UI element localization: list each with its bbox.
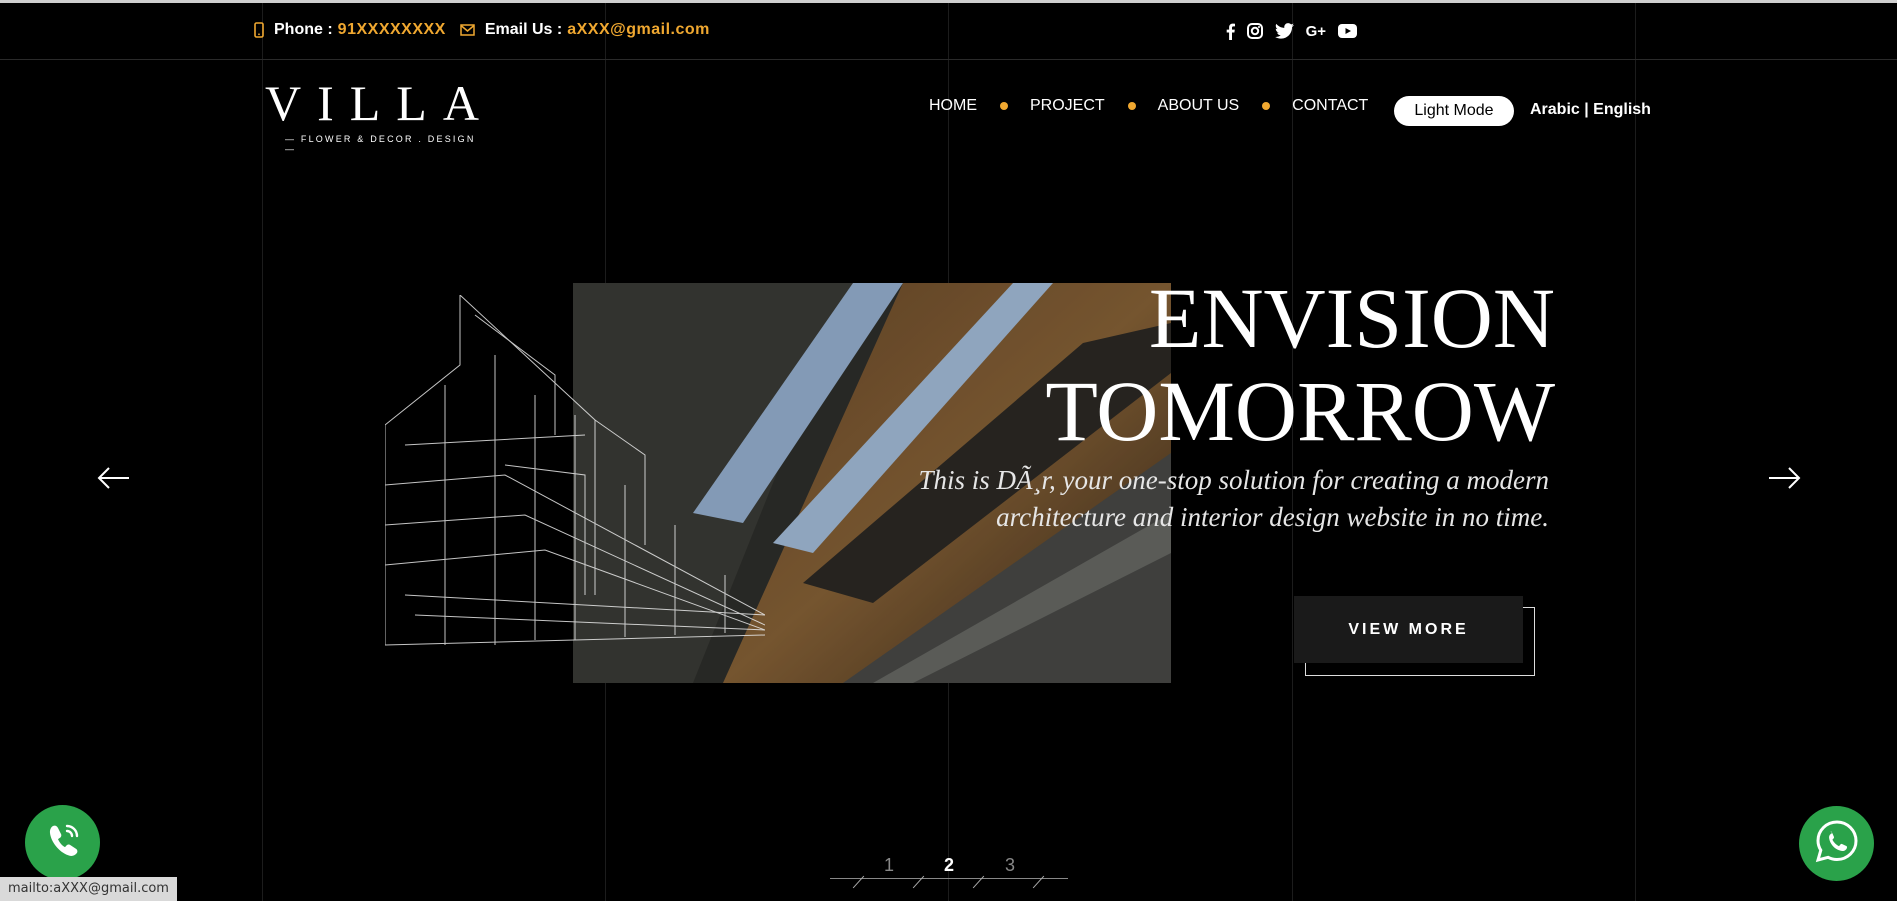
- pager-page-3[interactable]: 3: [1005, 855, 1015, 876]
- envelope-icon: [460, 24, 475, 36]
- call-button[interactable]: [25, 805, 100, 880]
- slide-pager: 1 2 3: [830, 852, 1070, 892]
- language-switch[interactable]: Arabic | English: [1530, 101, 1651, 119]
- pager-page-2[interactable]: 2: [944, 855, 954, 876]
- twitter-icon[interactable]: [1274, 22, 1294, 40]
- phone-ringing-icon: [43, 820, 83, 865]
- pager-line: [830, 878, 1068, 879]
- next-slide-arrow-icon[interactable]: [1767, 466, 1801, 495]
- nav-separator-dot: [1262, 102, 1271, 110]
- logo-wordmark: VILLA: [265, 75, 495, 131]
- main-nav: HOME PROJECT ABOUT US CONTACT: [929, 97, 1368, 115]
- hero-title: ENVISION TOMORROW: [1045, 272, 1555, 458]
- email-label: Email Us :: [484, 21, 563, 38]
- hero-subtitle: This is DÃ¸r, your one-stop solution for…: [918, 465, 1550, 532]
- email-link[interactable]: aXXX@gmail.com: [567, 21, 710, 39]
- guide-line: [1635, 3, 1636, 901]
- hero-title-line-2: TOMORROW: [1045, 363, 1555, 459]
- nav-about-us[interactable]: ABOUT US: [1158, 97, 1240, 115]
- view-more-button[interactable]: VIEW MORE: [1294, 596, 1523, 663]
- logo-tagline: — FLOWER & DECOR . DESIGN —: [285, 134, 476, 154]
- light-mode-button[interactable]: Light Mode: [1394, 96, 1514, 126]
- hero-title-line-1: ENVISION: [1148, 270, 1555, 366]
- prev-slide-arrow-icon[interactable]: [97, 466, 131, 495]
- contact-info: Phone : 91XXXXXXXX Email Us : aXXX@gmail…: [254, 21, 724, 39]
- top-contact-bar: Phone : 91XXXXXXXX Email Us : aXXX@gmail…: [0, 3, 1897, 60]
- phone-link[interactable]: 91XXXXXXXX: [338, 21, 446, 39]
- phone-label: Phone :: [274, 21, 333, 38]
- mobile-phone-icon: [254, 22, 264, 38]
- youtube-icon[interactable]: [1338, 22, 1357, 40]
- browser-status-url: mailto:aXXX@gmail.com: [0, 877, 177, 901]
- instagram-icon[interactable]: [1246, 22, 1263, 40]
- google-plus-icon[interactable]: G+: [1306, 22, 1326, 40]
- whatsapp-icon: [1814, 818, 1860, 869]
- social-links: G+: [1226, 22, 1357, 40]
- nav-contact[interactable]: CONTACT: [1292, 97, 1368, 115]
- nav-home[interactable]: HOME: [929, 97, 977, 115]
- nav-separator-dot: [1000, 102, 1008, 110]
- guide-line: [262, 3, 263, 901]
- pager-page-1[interactable]: 1: [884, 855, 894, 876]
- villa-logo[interactable]: VILLA — FLOWER & DECOR . DESIGN —: [265, 78, 487, 154]
- building-sketch-illustration: [384, 294, 766, 660]
- nav-project[interactable]: PROJECT: [1030, 97, 1105, 115]
- facebook-icon[interactable]: [1226, 22, 1235, 40]
- whatsapp-button[interactable]: [1799, 806, 1874, 881]
- nav-separator-dot: [1127, 102, 1136, 110]
